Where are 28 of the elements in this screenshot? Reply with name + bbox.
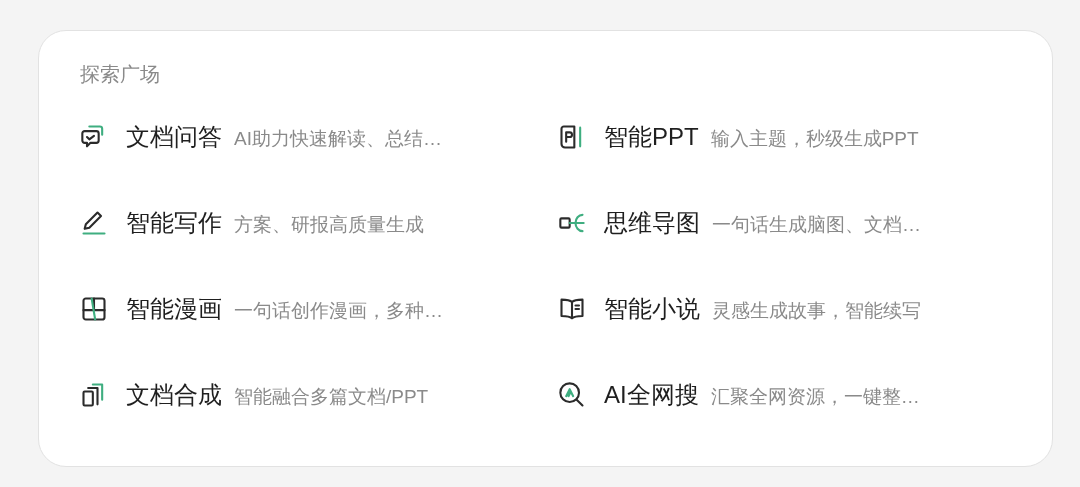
feature-description: 一句话创作漫画，多种… [234,299,443,323]
feature-description: 汇聚全网资源，一键整… [710,385,920,409]
section-title: 探索广场 [80,62,160,87]
feature-description: 智能融合多篇文档/PPT [234,385,429,409]
feature-title: 文档问答 [126,122,222,152]
feature-title: 智能写作 [126,208,222,238]
feature-item[interactable]: 智能PPT 输入主题，秒级生成PPT [558,94,919,180]
feature-item[interactable]: 文档问答 AI助力快速解读、总结… [80,94,442,180]
pen-icon [80,209,108,237]
feature-item[interactable]: AI全网搜 汇聚全网资源，一键整… [558,352,920,438]
feature-description: 一句话生成脑图、文档… [712,213,921,237]
feature-title: 智能小说 [604,294,700,324]
feature-item[interactable]: 思维导图 一句话生成脑图、文档… [558,180,921,266]
feature-item[interactable]: 文档合成 智能融合多篇文档/PPT [80,352,429,438]
search-icon [558,381,586,409]
feature-description: 灵感生成故事，智能续写 [712,299,921,323]
feature-item[interactable]: 智能漫画 一句话创作漫画，多种… [80,266,443,352]
feature-title: 文档合成 [126,380,222,410]
feature-item[interactable]: 智能小说 灵感生成故事，智能续写 [558,266,921,352]
feature-title: AI全网搜 [604,380,699,410]
feature-description: 方案、研报高质量生成 [234,213,424,237]
feature-title: 智能漫画 [126,294,222,324]
feature-title: 智能PPT [604,122,699,152]
comic-panels-icon [80,295,108,323]
feature-description: 输入主题，秒级生成PPT [710,127,919,151]
feature-description: AI助力快速解读、总结… [234,127,442,151]
feature-item[interactable]: 智能写作 方案、研报高质量生成 [80,180,424,266]
feature-title: 思维导图 [604,208,700,238]
